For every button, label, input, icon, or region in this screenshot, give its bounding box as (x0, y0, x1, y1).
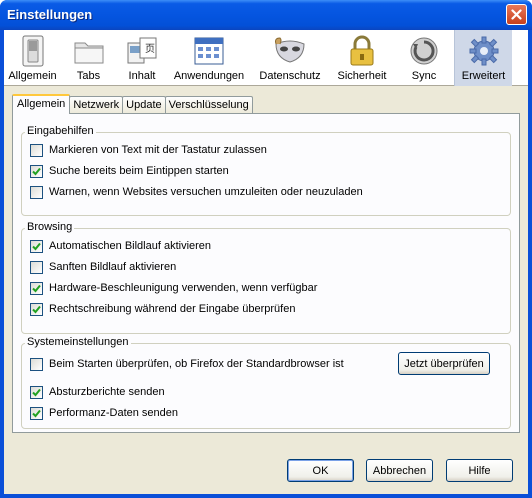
option-autoscroll[interactable]: Automatischen Bildlauf aktivieren (30, 238, 211, 254)
group-title: Browsing (25, 221, 75, 233)
pane-tabs[interactable]: Tabs (61, 30, 116, 86)
switch-icon (16, 34, 50, 68)
checkmark-icon (32, 409, 41, 417)
tab-panel-allgemein: Eingabehilfen Markieren von Text mit der… (12, 113, 520, 433)
tab-netzwerk[interactable]: Netzwerk (69, 96, 124, 114)
tabs-folder-icon (72, 34, 106, 68)
option-spellcheck[interactable]: Rechtschreibung während der Eingabe über… (30, 301, 295, 317)
pane-label: Sync (411, 70, 437, 82)
checkbox[interactable] (30, 260, 43, 274)
tab-strip: Allgemein Netzwerk Update Verschlüsselun… (12, 94, 253, 114)
checkbox[interactable] (30, 143, 43, 157)
pane-datenschutz[interactable]: Datenschutz (250, 30, 330, 86)
window-title: Einstellungen (7, 7, 93, 22)
option-label: Beim Starten überprüfen, ob Firefox der … (49, 358, 344, 370)
dialog-client-area: Allgemein Tabs 页 Inhalt Anwendungen Date… (4, 30, 528, 494)
option-search-as-you-type[interactable]: Suche bereits beim Eintippen starten (30, 163, 229, 179)
group-title: Eingabehilfen (25, 125, 96, 137)
title-bar[interactable]: Einstellungen (0, 0, 532, 30)
pane-allgemein[interactable]: Allgemein (4, 30, 61, 86)
option-default-browser-check[interactable]: Beim Starten überprüfen, ob Firefox der … (30, 356, 344, 372)
option-crash-reports[interactable]: Absturzberichte senden (30, 384, 165, 400)
tab-verschluesselung[interactable]: Verschlüsselung (164, 96, 253, 114)
checkbox[interactable] (30, 406, 43, 420)
pane-label: Anwendungen (173, 70, 245, 82)
option-hardware-acceleration[interactable]: Hardware-Beschleunigung verwenden, wenn … (30, 280, 317, 296)
pane-anwendungen[interactable]: Anwendungen (168, 30, 250, 86)
checkbox[interactable] (30, 185, 43, 199)
option-smooth-scroll[interactable]: Sanften Bildlauf aktivieren (30, 259, 176, 275)
group-eingabehilfen: Eingabehilfen Markieren von Text mit der… (21, 125, 511, 216)
padlock-icon (345, 34, 379, 68)
option-label: Rechtschreibung während der Eingabe über… (49, 303, 296, 315)
preferences-window: Einstellungen Allgemein Tabs 页 Inhalt An… (0, 0, 532, 498)
option-label: Performanz-Daten senden (49, 407, 179, 419)
option-label: Sanften Bildlauf aktivieren (49, 261, 177, 273)
checkbox[interactable] (30, 164, 43, 178)
cancel-button[interactable]: Abbrechen (366, 459, 433, 482)
content-page-icon: 页 (125, 34, 159, 68)
pane-label: Datenschutz (259, 70, 321, 82)
sync-icon (407, 34, 441, 68)
privacy-mask-icon (273, 34, 307, 68)
option-warn-redirect[interactable]: Warnen, wenn Websites versuchen umzuleit… (30, 184, 363, 200)
pane-label: Inhalt (128, 70, 156, 82)
pane-label: Sicherheit (337, 70, 387, 82)
checkbox[interactable] (30, 239, 43, 253)
pane-sync[interactable]: Sync (394, 30, 454, 86)
close-button[interactable] (506, 4, 527, 25)
close-icon (511, 9, 522, 20)
option-caret-browsing[interactable]: Markieren von Text mit der Tastatur zula… (30, 142, 267, 158)
pane-erweitert[interactable]: Erweitert (454, 30, 512, 86)
applications-calendar-icon (192, 34, 226, 68)
pane-inhalt[interactable]: 页 Inhalt (116, 30, 168, 86)
help-button[interactable]: Hilfe (446, 459, 513, 482)
option-label: Warnen, wenn Websites versuchen umzuleit… (49, 186, 363, 198)
checkmark-icon (32, 167, 41, 175)
checkmark-icon (32, 242, 41, 250)
ok-button[interactable]: OK (287, 459, 354, 482)
checkbox[interactable] (30, 281, 43, 295)
gear-icon (467, 34, 501, 68)
pane-toolbar: Allgemein Tabs 页 Inhalt Anwendungen Date… (4, 30, 528, 86)
option-label: Suche bereits beim Eintippen starten (49, 165, 229, 177)
checkmark-icon (32, 284, 41, 292)
group-browsing: Browsing Automatischen Bildlauf aktivier… (21, 221, 511, 334)
checkmark-icon (32, 305, 41, 313)
check-now-button[interactable]: Jetzt überprüfen (398, 352, 490, 375)
group-title: Systemeinstellungen (25, 336, 131, 348)
group-systemeinstellungen: Systemeinstellungen Beim Starten überprü… (21, 336, 511, 429)
tab-allgemein[interactable]: Allgemein (12, 94, 71, 114)
checkbox[interactable] (30, 302, 43, 316)
checkbox[interactable] (30, 385, 43, 399)
pane-label: Allgemein (8, 70, 57, 82)
option-label: Markieren von Text mit der Tastatur zula… (49, 144, 267, 156)
option-label: Hardware-Beschleunigung verwenden, wenn … (49, 282, 318, 294)
option-label: Automatischen Bildlauf aktivieren (49, 240, 212, 252)
option-performance-data[interactable]: Performanz-Daten senden (30, 405, 178, 421)
pane-sicherheit[interactable]: Sicherheit (330, 30, 394, 86)
svg-text:页: 页 (145, 43, 155, 55)
pane-label: Tabs (76, 70, 101, 82)
pane-label: Erweitert (461, 70, 506, 82)
checkbox[interactable] (30, 357, 43, 371)
option-label: Absturzberichte senden (49, 386, 165, 398)
tab-update[interactable]: Update (122, 96, 166, 114)
checkmark-icon (32, 388, 41, 396)
